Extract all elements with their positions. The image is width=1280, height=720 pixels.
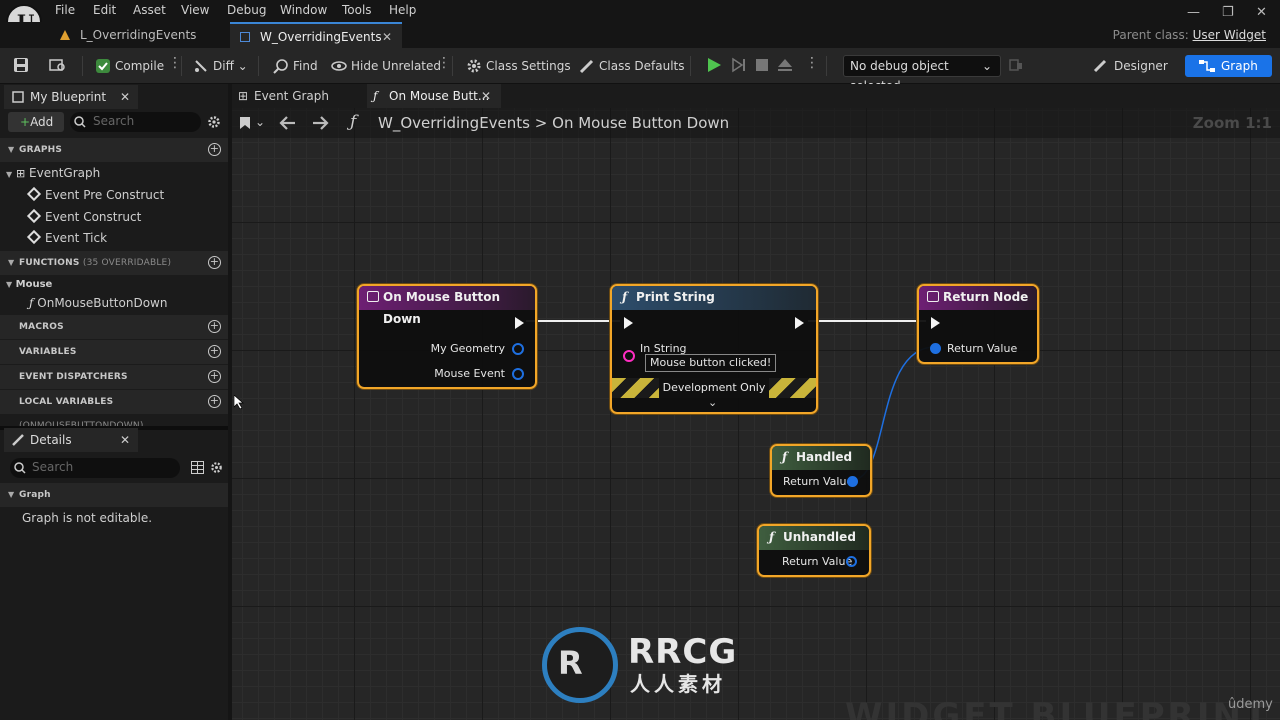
pin-label-mouse-event: Mouse Event: [434, 367, 505, 380]
in-string-pin[interactable]: [623, 350, 635, 362]
pin-label-return-value: Return Value: [947, 342, 1018, 355]
node-print-string[interactable]: ƒ Print String In String Mouse button cl…: [610, 284, 818, 414]
exec-in-pin[interactable]: [624, 317, 633, 329]
function-icon: ƒ: [769, 530, 775, 544]
node-handled[interactable]: ƒ Handled Return Value: [770, 444, 872, 497]
return-value-in-pin[interactable]: [930, 343, 941, 354]
exec-out-pin[interactable]: [795, 317, 804, 329]
pin-label-return-value: Return Value: [783, 475, 854, 488]
node-title: Print String: [636, 290, 715, 304]
node-title: Handled: [796, 450, 853, 464]
unhandled-return-pin[interactable]: [846, 556, 857, 567]
mouse-cursor-icon: [234, 395, 244, 409]
node-return-node[interactable]: Return Node Return Value: [917, 284, 1039, 364]
pin-label-my-geometry: My Geometry: [430, 342, 505, 355]
development-only-stripe: Development Only: [612, 378, 816, 398]
rrcg-logo-text: RRCG: [628, 632, 738, 672]
in-string-input[interactable]: Mouse button clicked!: [645, 354, 777, 372]
event-node-icon: [367, 291, 379, 302]
function-icon: ƒ: [782, 450, 788, 464]
node-header: ƒ Handled: [772, 446, 870, 470]
node-header: ƒ Print String: [612, 286, 816, 310]
node-title: Unhandled: [783, 530, 856, 544]
rrcg-logo-icon: R: [542, 627, 618, 703]
node-title: On Mouse Button Down: [383, 290, 501, 326]
exec-out-pin[interactable]: [515, 317, 524, 329]
development-only-label: Development Only: [659, 378, 769, 398]
mouse-event-pin[interactable]: [512, 368, 524, 380]
pin-label-return-value: Return Value: [782, 555, 853, 568]
function-icon: ƒ: [622, 290, 628, 304]
node-header: On Mouse Button Down: [359, 286, 535, 326]
node-header: Return Node: [919, 286, 1037, 310]
node-unhandled[interactable]: ƒ Unhandled Return Value: [757, 524, 871, 577]
return-node-icon: [927, 291, 939, 302]
exec-in-pin[interactable]: [931, 317, 940, 329]
widget-blueprint-watermark: WIDGET BLUEPRINT: [845, 696, 1271, 720]
rrcg-logo-subtext: 人人素材: [630, 672, 726, 696]
node-header: ƒ Unhandled: [759, 526, 869, 550]
node-title: Return Node: [943, 290, 1029, 304]
my-geometry-pin[interactable]: [512, 343, 524, 355]
handled-return-pin[interactable]: [847, 476, 858, 487]
udemy-logo: ûdemy: [1228, 697, 1273, 712]
expand-chevron-icon[interactable]: ⌄: [708, 396, 717, 409]
node-on-mouse-button-down[interactable]: On Mouse Button Down My Geometry Mouse E…: [357, 284, 537, 389]
